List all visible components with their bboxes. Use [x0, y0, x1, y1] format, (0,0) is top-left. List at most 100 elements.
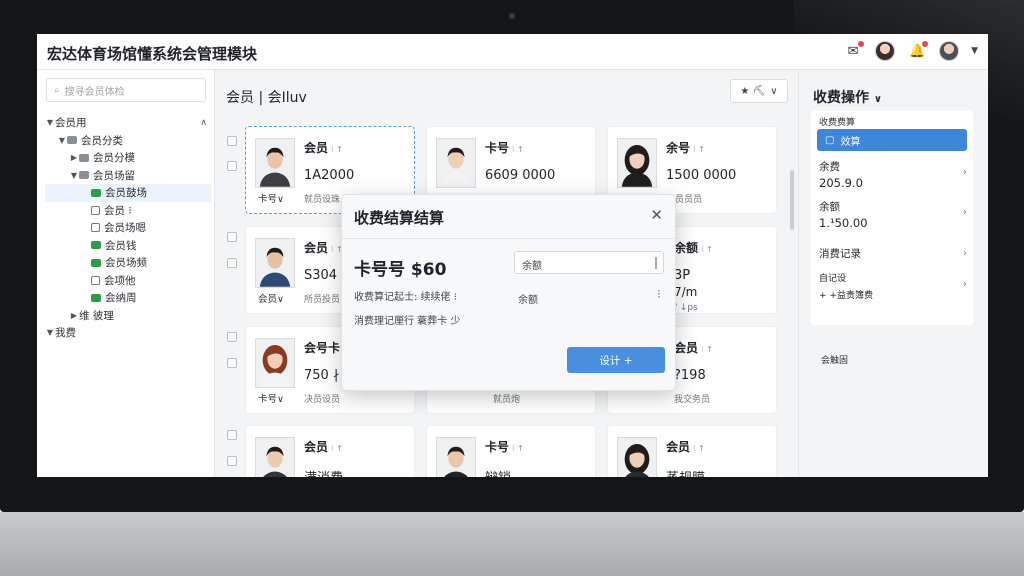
card-title: 余号 ⁝ ↑ — [666, 141, 705, 155]
tree-item[interactable]: 会纳周 — [45, 289, 211, 307]
row-checkbox[interactable] — [227, 161, 237, 171]
row-checkbox[interactable] — [227, 232, 237, 242]
records-label: 消费记录 — [819, 248, 861, 260]
search-placeholder: 搜寻会员体检 — [64, 86, 125, 98]
menu-item-label: 效算 — [840, 136, 861, 148]
card-meta: 所员投员 — [304, 295, 341, 305]
card-icon: ▢ — [825, 134, 835, 146]
tree-item[interactable]: 会项他 — [45, 272, 211, 290]
scrollbar[interactable] — [790, 170, 794, 230]
tree-item[interactable]: 会员 ⁝ — [45, 202, 211, 220]
member-photo — [255, 338, 295, 388]
member-photo — [617, 437, 657, 477]
chevron-right-icon: › — [963, 207, 967, 218]
panel-title: 收费操作 ∨ — [813, 90, 882, 106]
dialog-title: 收费结算结算 — [354, 209, 445, 227]
balance-row[interactable]: 余额 1.¹50.00 › — [819, 199, 967, 230]
card-value: 辩销 — [485, 467, 511, 477]
title-bar: 宏达体育场馆懂系统会管理模块 ✉ 🔔 ▼ — [37, 34, 988, 70]
charge-note: 收费算记起士: 续续佬 ⁝ — [354, 292, 457, 303]
star-icon: ★ ⛏ — [740, 85, 766, 97]
member-photo — [436, 437, 476, 477]
member-card[interactable]: 会员⁝ ↑ 蒸规膜 — [607, 425, 777, 477]
folder-icon — [91, 258, 101, 267]
bell-icon[interactable]: 🔔 — [907, 41, 929, 61]
card-value: 6609 0000 — [485, 168, 556, 183]
tree-item[interactable]: 会员场嗯 — [45, 219, 211, 237]
caret-down-icon[interactable]: ▼ — [69, 171, 79, 180]
filter-button[interactable]: ★ ⛏ ∨ — [730, 79, 788, 103]
card-label[interactable]: 卡号∨ — [258, 391, 284, 405]
records-row[interactable]: 消费记录 › — [819, 246, 967, 261]
card-meta: 就员炮 — [493, 395, 521, 405]
settlement-dialog: 收费结算结算 ✕ 卡号号 $60 收费算记起士: 续续佬 ⁝ 消费理记厘行 蓑葬… — [341, 194, 676, 391]
member-photo — [436, 138, 476, 188]
checkbox-icon — [91, 223, 100, 233]
records-sub: 自记设 — [819, 274, 847, 284]
caret-right-icon[interactable]: ▶ — [69, 311, 79, 320]
row-checkbox[interactable] — [227, 136, 237, 146]
tree-item[interactable]: ▼ 会员用 ∧ — [45, 114, 211, 132]
caret-down-icon[interactable]: ▼ — [45, 118, 55, 127]
tree-item-label: 会员钱 — [105, 239, 137, 252]
message-icon[interactable]: ✉ — [843, 41, 865, 61]
tree-item[interactable]: 会员场频 — [45, 254, 211, 272]
app-screen: 宏达体育场馆懂系统会管理模块 ✉ 🔔 ▼ ⌕ 搜寻会员体检 ▼ 会员用 ∧ ▼ 会员分类… — [37, 34, 988, 477]
member-card[interactable]: 会员⁝ ↑ 满消费 — [245, 425, 415, 477]
chevron-down-icon: ∨ — [873, 94, 882, 105]
card-title: 会员 ⁝ ↑ — [304, 141, 343, 155]
member-card[interactable]: 卡号⁝ ↑ 辩销 — [426, 425, 596, 477]
tree-item[interactable]: 会员鼓场 — [45, 184, 211, 202]
member-photo — [617, 138, 657, 188]
card-value: 1A2000 — [304, 168, 355, 183]
caret-right-icon[interactable]: ▶ — [69, 153, 79, 162]
tree-item[interactable]: 会员钱 — [45, 237, 211, 255]
caret-down-icon[interactable]: ▼ — [45, 328, 55, 337]
card-title: 卡号 ⁝ ↑ — [485, 440, 524, 454]
chevron-down-icon[interactable]: ▼ — [971, 46, 978, 56]
caret-down-icon[interactable]: ▼ — [57, 136, 67, 145]
row-checkbox[interactable] — [227, 358, 237, 368]
member-tree: ▼ 会员用 ∧ ▼ 会员分类 ▶ 会员分模 ▼ 会员场留 会员鼓场 会员 ⁝ 会员场嗯 会员钱 会员场频会… — [45, 114, 211, 342]
notification-dot — [858, 41, 865, 47]
user-avatar[interactable] — [875, 41, 896, 61]
folder-icon — [79, 171, 89, 180]
balance-row[interactable]: 余费 205.9.0 › — [819, 159, 967, 190]
card-value: 3P — [674, 268, 691, 283]
card-title: 卡号 ⁝ ↑ — [485, 141, 524, 155]
card-amount: 卡号号 $60 — [354, 260, 447, 280]
balance-input[interactable]: 余额 — [514, 251, 664, 274]
tree-item[interactable]: ▶ 会员分模 — [45, 149, 211, 167]
folder-icon — [91, 188, 101, 197]
close-icon[interactable]: ✕ — [650, 206, 663, 224]
records-detail[interactable]: 自记设 + +益贵簿费 › — [819, 271, 967, 301]
more-icon[interactable]: ⁝ — [657, 287, 661, 301]
checkbox-icon — [91, 275, 100, 285]
tree-item-label: 会员 ⁝ — [104, 204, 132, 217]
row-checkbox[interactable] — [227, 430, 237, 440]
breadcrumb: 会员 | 会Iluv — [226, 90, 307, 106]
row-value: 205.9.0 — [819, 176, 863, 190]
tree-item-label: 我费 — [55, 327, 76, 340]
tree-item[interactable]: ▼ 会员场留 — [45, 167, 211, 185]
dialog-header: 收费结算结算 ✕ — [342, 195, 675, 239]
chevron-right-icon: › — [963, 248, 967, 259]
tree-item[interactable]: ▼ 会员分类 — [45, 132, 211, 150]
menu-item-active[interactable]: ▢ 效算 — [817, 129, 967, 151]
folder-icon — [91, 293, 101, 302]
card-value: 7/m — [674, 285, 698, 299]
account-avatar[interactable] — [939, 41, 960, 61]
tree-item[interactable]: ▶ 维 彼理 — [45, 307, 211, 325]
search-input[interactable]: ⌕ 搜寻会员体检 — [46, 78, 206, 102]
row-checkbox[interactable] — [227, 456, 237, 466]
section-label: 会触固 — [821, 356, 849, 366]
card-label[interactable]: 卡号∨ — [258, 191, 284, 205]
card-label[interactable]: 会员∨ — [258, 291, 284, 305]
folder-icon — [91, 241, 101, 250]
collapse-icon[interactable]: ∧ — [200, 118, 211, 128]
row-checkbox[interactable] — [227, 332, 237, 342]
settle-button[interactable]: 设计 + — [567, 347, 665, 373]
tree-item[interactable]: ▼ 我费 — [45, 324, 211, 342]
card-title: 会员 ⁝ ↑ — [304, 241, 343, 255]
row-checkbox[interactable] — [227, 258, 237, 268]
